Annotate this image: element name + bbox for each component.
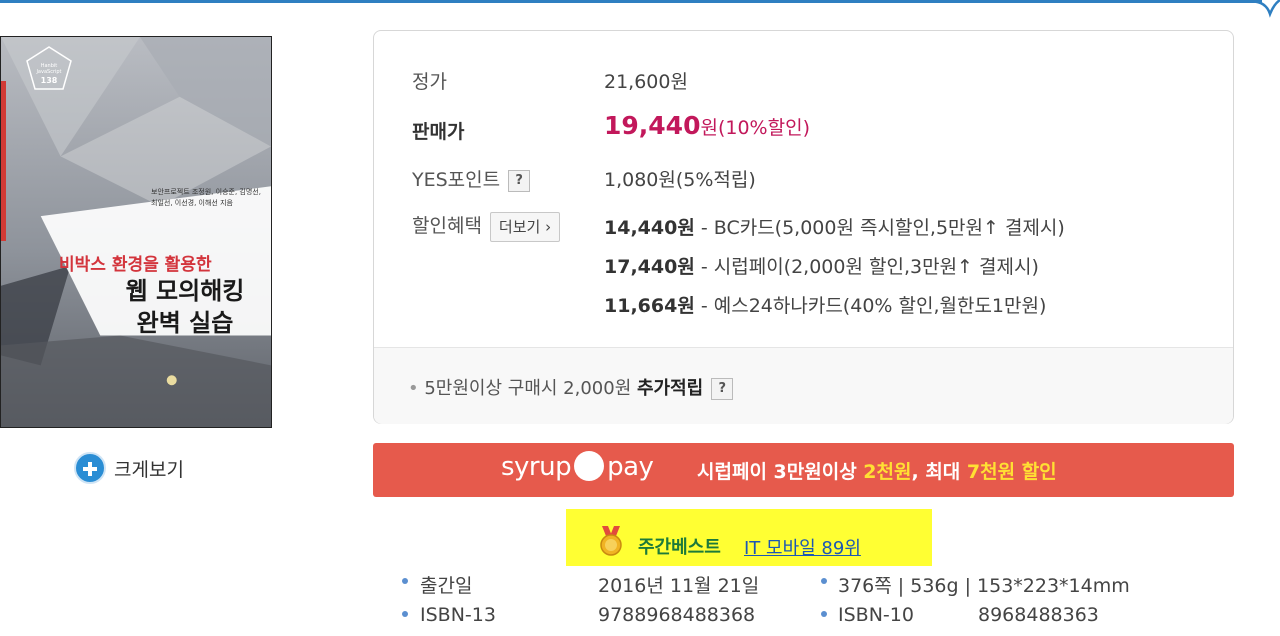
sale-discount: (10%할인) [717,117,810,139]
pub-date-label: 출간일 [420,575,473,597]
plus-circle-icon [74,452,106,484]
cover-title-line1: 웹 모의해킹 [125,277,245,305]
yes-point-row: YES포인트? [412,165,531,192]
bullet-icon [821,611,827,617]
cover-title: 웹 모의해킹 완벽 실습 [105,275,265,339]
syrup-promo-text: 시럽페이 3만원이상 2천원, 최대 7천원 할인 [697,461,1057,483]
sale-price-value: 19,440 [604,111,701,140]
syrup-pay-banner[interactable]: syrup pay 시럽페이 3만원이상 2천원, 최대 7천원 할인 [373,443,1234,497]
extra-points-line: • 5만원이상 구매시 2,000원 추가적립? [408,374,734,400]
bullet-icon [402,611,408,617]
price-info-box: 정가 21,600원 판매가 19,440원(10%할인) YES포인트? 1,… [373,30,1234,424]
weekly-best-label: 주간베스트 [638,537,721,558]
sale-price-label: 판매가 [412,121,465,143]
zoom-button[interactable]: 크게보기 [74,452,184,484]
extra-points-section: • 5만원이상 구매시 2,000원 추가적립? [374,347,1233,424]
yes-point-label: YES포인트 [412,169,501,191]
isbn13-label: ISBN-13 [420,604,496,626]
cover-background [1,37,271,427]
benefit-item: 17,440원 - 시럽페이(2,000원 할인,3만원↑ 결제시) [604,256,1039,278]
cover-red-bar [1,81,6,241]
list-price-label: 정가 [412,71,447,93]
points-help-button[interactable]: ? [508,169,531,192]
benefit-label: 할인혜택 [412,215,482,237]
book-cover-image[interactable]: Hanbit JavaScript 138 보안프로젝트 조정원, 이승준, 김… [0,36,272,428]
bullet-icon [402,578,408,584]
weekly-rank-link[interactable]: IT 모바일 89위 [744,534,861,560]
list-price-value: 21,600원 [604,71,688,93]
svg-text:JavaScript: JavaScript [35,69,61,75]
bullet-icon [821,578,827,584]
extra-help-button[interactable]: ? [711,378,734,400]
cover-title-line2: 완벽 실습 [136,309,234,337]
top-corner-curve [1252,0,1280,18]
series-badge: Hanbit JavaScript 138 [26,46,72,90]
isbn10-value: 8968488363 [978,604,1099,626]
top-border-line [0,0,1262,3]
sale-price-unit: 원 [700,117,718,139]
cover-authors: 보안프로젝트 조정원, 이승준, 김명선, 최일선, 이선경, 이해선 지음 [151,188,261,207]
spec-value: 376쪽 | 536g | 153*223*14mm [838,575,1130,597]
more-benefits-button[interactable]: 더보기 › [489,211,561,242]
weekly-best-badge: 주간베스트 IT 모바일 89위 [566,509,932,566]
svg-text:138: 138 [41,76,58,85]
benefit-row: 할인혜택 더보기 › [412,211,561,242]
benefit-item: 11,664원 - 예스24하나카드(40% 할인,월한도1만원) [604,295,1047,317]
syrup-dot-icon [574,450,605,481]
syrup-pay-logo: syrup pay [501,450,654,482]
isbn10-label: ISBN-10 [838,604,914,626]
medal-icon [600,526,622,556]
cover-subtitle: 비박스 환경을 활용한 [59,255,212,275]
isbn13-value: 9788968488368 [598,604,756,626]
sale-price: 19,440원(10%할인) [604,111,810,140]
pub-date-value: 2016년 11월 21일 [598,575,760,597]
yes-point-value: 1,080원(5%적립) [604,169,756,191]
benefit-item: 14,440원 - BC카드(5,000원 즉시할인,5만원↑ 결제시) [604,217,1065,239]
zoom-label: 크게보기 [114,458,184,481]
